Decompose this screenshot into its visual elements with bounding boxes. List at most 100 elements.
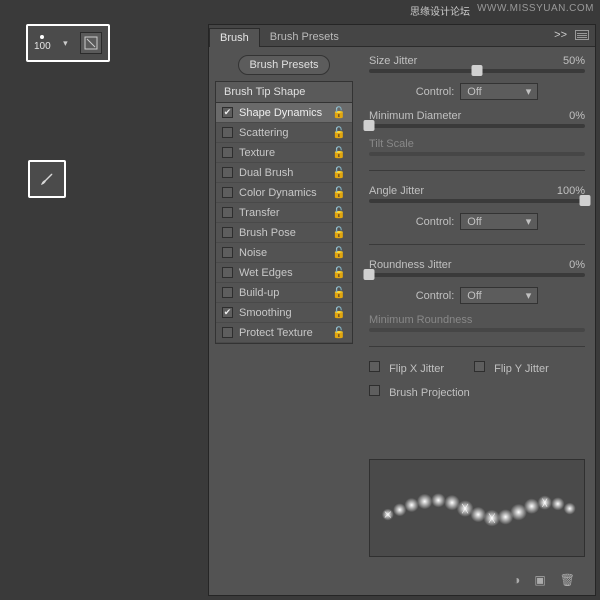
option-label: Protect Texture xyxy=(239,327,313,339)
lock-icon[interactable]: 🔓 xyxy=(332,106,346,119)
brush-tool-button[interactable] xyxy=(28,160,66,198)
min-roundness-label: Minimum Roundness xyxy=(369,314,472,326)
option-shape-dynamics[interactable]: Shape Dynamics 🔓 xyxy=(216,103,352,123)
lock-icon[interactable]: 🔓 xyxy=(332,226,346,239)
brush-projection-label: Brush Projection xyxy=(389,387,470,399)
option-scattering[interactable]: Scattering 🔓 xyxy=(216,123,352,143)
angle-jitter-label: Angle Jitter xyxy=(369,185,424,197)
lock-icon[interactable]: 🔓 xyxy=(332,326,346,339)
option-noise[interactable]: Noise 🔓 xyxy=(216,243,352,263)
size-control-select[interactable]: Off▾ xyxy=(460,83,538,100)
shape-dynamics-settings: Size Jitter 50% Control: Off▾ Minimum Dia… xyxy=(359,47,595,595)
flip-x-checkbox[interactable] xyxy=(369,361,380,372)
chevron-down-icon[interactable]: ▾ xyxy=(63,38,68,49)
option-label: Shape Dynamics xyxy=(239,107,322,119)
lock-icon[interactable]: 🔓 xyxy=(332,166,346,179)
brush-size-value: 100 xyxy=(34,41,51,52)
brush-options-left: Brush Presets Brush Tip Shape Shape Dyna… xyxy=(209,47,359,595)
angle-jitter-slider[interactable] xyxy=(369,199,585,203)
option-smoothing[interactable]: Smoothing🔓 xyxy=(216,303,352,323)
collapse-icon[interactable]: >> xyxy=(554,29,567,41)
checkbox[interactable] xyxy=(222,287,233,298)
option-label: Noise xyxy=(239,247,267,259)
tab-brush-presets[interactable]: Brush Presets xyxy=(260,28,349,46)
checkbox[interactable] xyxy=(222,187,233,198)
size-jitter-slider[interactable] xyxy=(369,69,585,73)
checkbox[interactable] xyxy=(222,247,233,258)
lock-icon[interactable]: 🔓 xyxy=(332,146,346,159)
checkbox[interactable] xyxy=(222,167,233,178)
lock-icon[interactable]: 🔓 xyxy=(332,306,346,319)
lock-icon[interactable]: 🔓 xyxy=(332,186,346,199)
lock-icon[interactable]: 🔓 xyxy=(332,206,346,219)
option-label: Scattering xyxy=(239,127,289,139)
roundness-jitter-value[interactable]: 0% xyxy=(569,259,585,271)
option-transfer[interactable]: Transfer 🔓 xyxy=(216,203,352,223)
option-build-up[interactable]: Build-up 🔓 xyxy=(216,283,352,303)
tilt-scale-label: Tilt Scale xyxy=(369,138,414,150)
lock-icon[interactable]: 🔓 xyxy=(332,126,346,139)
checkbox[interactable] xyxy=(222,227,233,238)
option-protect-texture[interactable]: Protect Texture 🔓 xyxy=(216,323,352,343)
checkbox[interactable] xyxy=(222,207,233,218)
brush-options-list: Brush Tip Shape Shape Dynamics 🔓 Scatteri… xyxy=(215,81,353,344)
brush-tip-shape-header[interactable]: Brush Tip Shape xyxy=(216,82,352,103)
brush-dot-icon xyxy=(40,35,44,39)
option-label: Dual Brush xyxy=(239,167,293,179)
option-dual-brush[interactable]: Dual Brush 🔓 xyxy=(216,163,352,183)
size-jitter-value[interactable]: 50% xyxy=(563,55,585,67)
checkbox[interactable] xyxy=(222,307,233,318)
checkbox[interactable] xyxy=(222,107,233,118)
chevron-down-icon: ▾ xyxy=(526,85,532,98)
option-label: Wet Edges xyxy=(239,267,293,279)
option-label: Build-up xyxy=(239,287,279,299)
option-label: Transfer xyxy=(239,207,280,219)
brush-icon xyxy=(37,169,57,189)
min-diameter-value[interactable]: 0% xyxy=(569,110,585,122)
brush-projection-checkbox[interactable] xyxy=(369,385,380,396)
brush-panel: Brush Brush Presets >> Brush Presets Bru… xyxy=(208,24,596,596)
lock-icon[interactable]: 🔓 xyxy=(332,266,346,279)
brush-size-picker[interactable]: 100 ▾ xyxy=(26,24,110,62)
checkbox[interactable] xyxy=(222,147,233,158)
option-wet-edges[interactable]: Wet Edges 🔓 xyxy=(216,263,352,283)
flip-y-checkbox[interactable] xyxy=(474,361,485,372)
option-label: Brush Pose xyxy=(239,227,296,239)
watermark-cn-text: 思缘设计论坛 xyxy=(410,3,470,18)
control-label: Control: xyxy=(416,86,455,98)
watermark-text: WWW.MISSYUAN.COM xyxy=(477,3,594,14)
toggle-preview-icon[interactable]: ◑ xyxy=(513,573,520,587)
checkbox[interactable] xyxy=(222,267,233,278)
option-label: Color Dynamics xyxy=(239,187,317,199)
chevron-down-icon: ▾ xyxy=(526,215,532,228)
flip-x-label: Flip X Jitter xyxy=(389,363,444,375)
min-roundness-slider xyxy=(369,328,585,332)
option-color-dynamics[interactable]: Color Dynamics 🔓 xyxy=(216,183,352,203)
tab-brush[interactable]: Brush xyxy=(209,28,260,47)
roundness-jitter-label: Roundness Jitter xyxy=(369,259,452,271)
option-texture[interactable]: Texture 🔓 xyxy=(216,143,352,163)
roundness-control-select[interactable]: Off▾ xyxy=(460,287,538,304)
option-label: Texture xyxy=(239,147,275,159)
checkbox[interactable] xyxy=(222,127,233,138)
panel-footer: ◑ ▣ 🗑 xyxy=(369,567,585,587)
brush-presets-button[interactable]: Brush Presets xyxy=(238,55,329,75)
tilt-scale-slider xyxy=(369,152,585,156)
lock-icon[interactable]: 🔓 xyxy=(332,246,346,259)
control-label: Control: xyxy=(416,216,455,228)
control-label: Control: xyxy=(416,290,455,302)
checkbox[interactable] xyxy=(222,327,233,338)
panel-menu-icon[interactable] xyxy=(575,30,589,40)
min-diameter-label: Minimum Diameter xyxy=(369,110,461,122)
new-preset-icon[interactable]: ▣ xyxy=(534,573,545,587)
size-jitter-label: Size Jitter xyxy=(369,55,417,67)
roundness-jitter-slider[interactable] xyxy=(369,273,585,277)
min-diameter-slider[interactable] xyxy=(369,124,585,128)
panel-tabbar: Brush Brush Presets >> xyxy=(209,25,595,47)
brush-panel-toggle[interactable] xyxy=(80,32,102,54)
angle-control-select[interactable]: Off▾ xyxy=(460,213,538,230)
option-brush-pose[interactable]: Brush Pose 🔓 xyxy=(216,223,352,243)
lock-icon[interactable]: 🔓 xyxy=(332,286,346,299)
trash-icon[interactable]: 🗑 xyxy=(560,573,575,587)
chevron-down-icon: ▾ xyxy=(526,289,532,302)
